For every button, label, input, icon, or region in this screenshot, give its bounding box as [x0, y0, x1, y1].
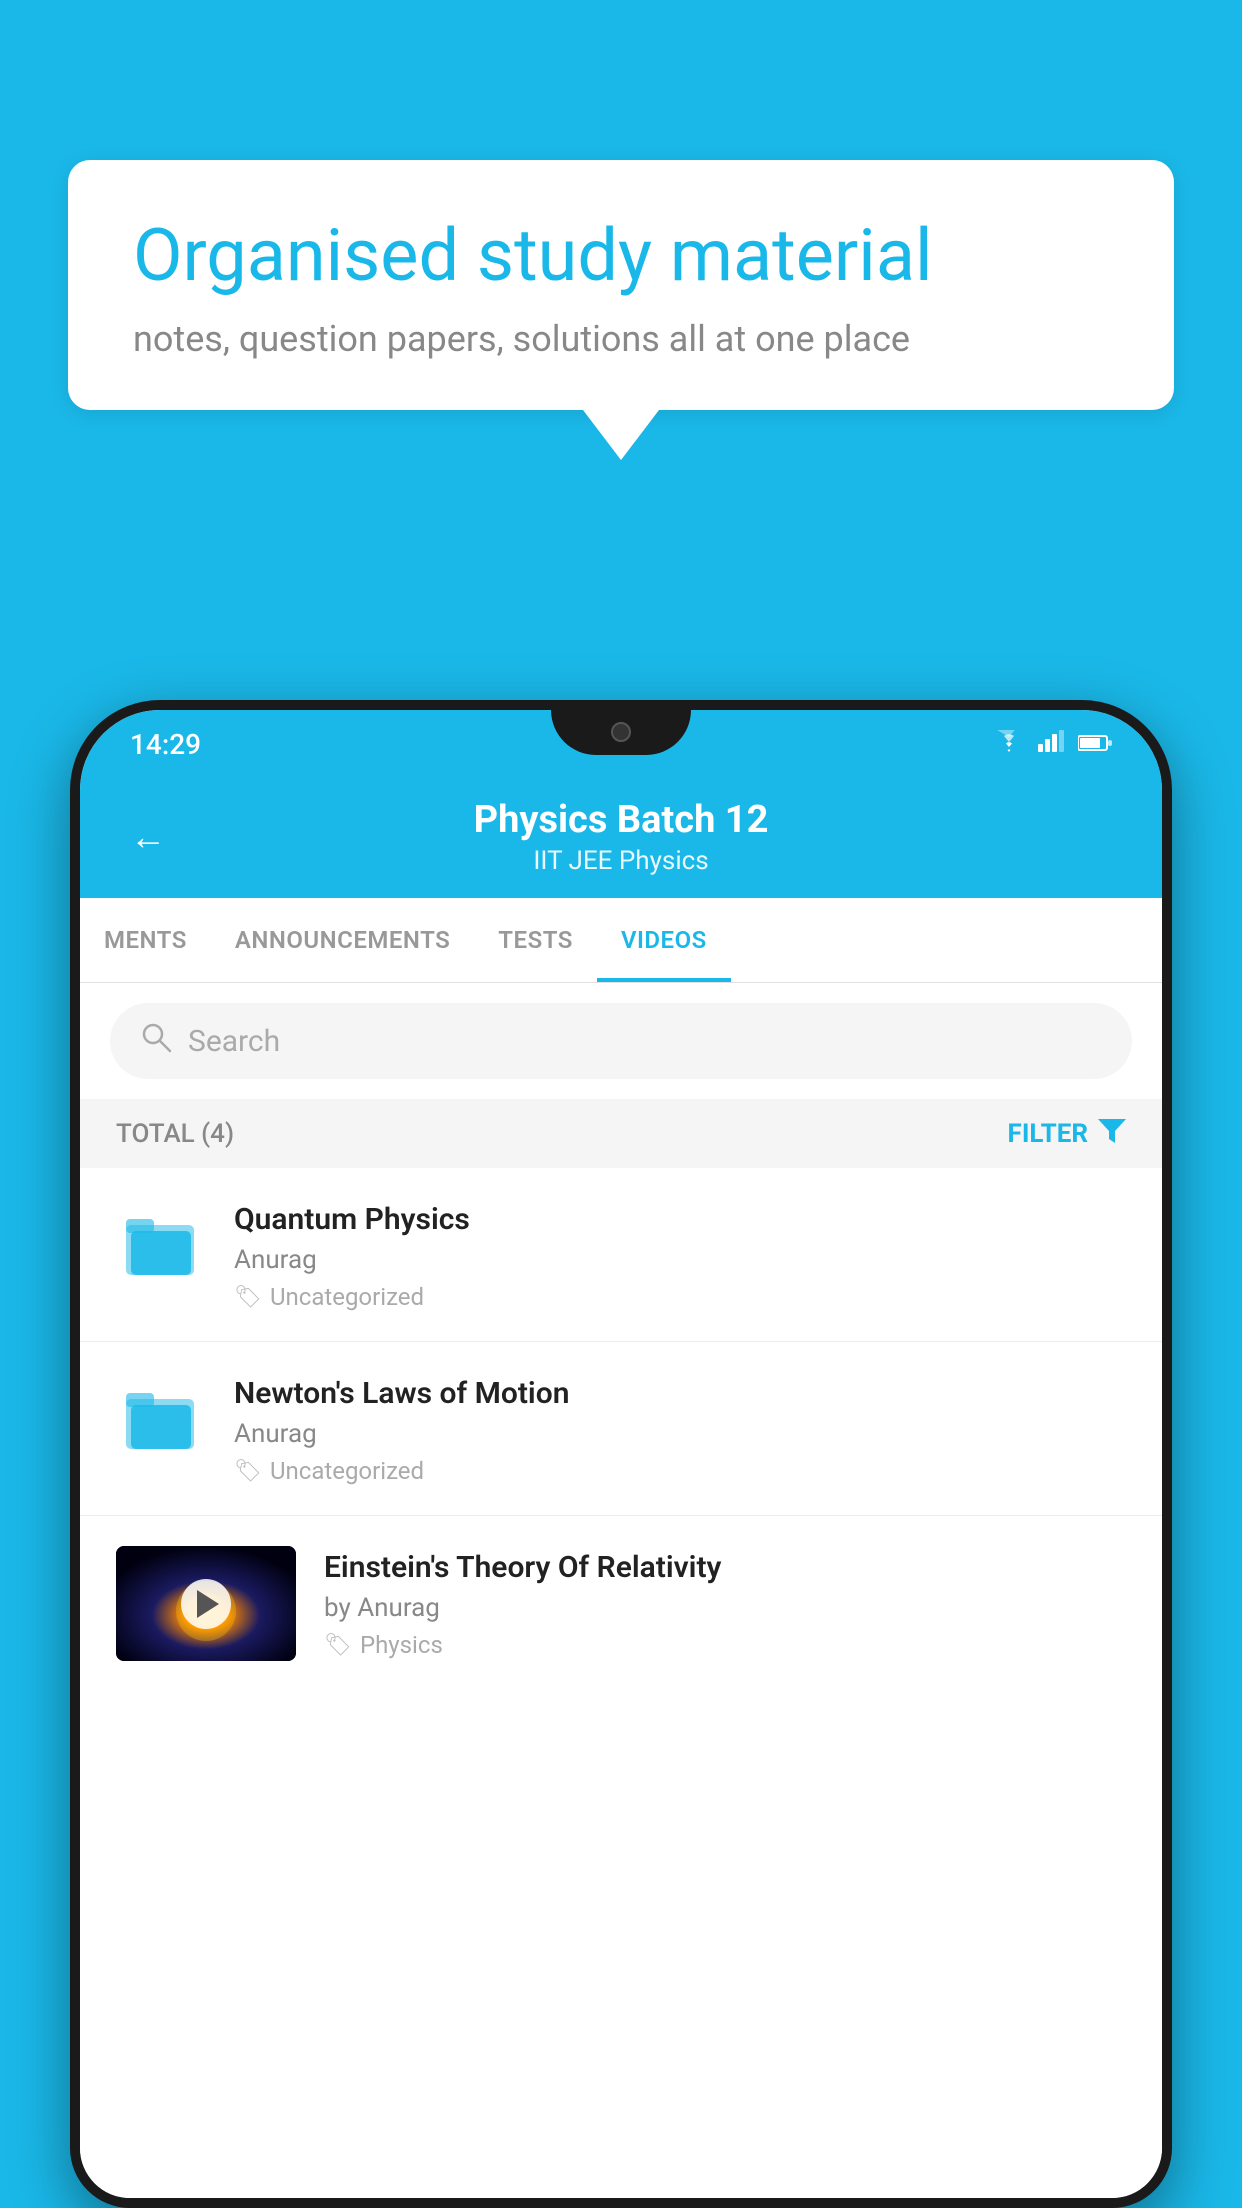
- page-title: Physics Batch 12: [196, 798, 1046, 842]
- video-info: Newton's Laws of Motion Anurag 🏷 Uncateg…: [234, 1372, 1126, 1485]
- video-list: Quantum Physics Anurag 🏷 Uncategorized: [80, 1168, 1162, 2198]
- wifi-icon: [994, 729, 1024, 759]
- tag-icon: 🏷: [234, 1459, 262, 1484]
- phone-frame: 14:29: [70, 700, 1172, 2208]
- signal-icon: [1038, 729, 1064, 759]
- list-item[interactable]: Newton's Laws of Motion Anurag 🏷 Uncateg…: [80, 1342, 1162, 1516]
- speech-bubble-tail: [583, 410, 659, 460]
- speech-bubble: Organised study material notes, question…: [68, 160, 1174, 410]
- tag-icon: 🏷: [234, 1285, 262, 1310]
- video-tag: 🏷 Physics: [324, 1631, 1126, 1659]
- video-info: Quantum Physics Anurag 🏷 Uncategorized: [234, 1198, 1126, 1311]
- header-subtitle: IIT JEE Physics: [196, 846, 1046, 876]
- tab-announcements[interactable]: ANNOUNCEMENTS: [211, 898, 474, 982]
- list-item[interactable]: Einstein's Theory Of Relativity by Anura…: [80, 1516, 1162, 1691]
- total-count: TOTAL (4): [116, 1119, 234, 1149]
- video-tag: 🏷 Uncategorized: [234, 1457, 1126, 1485]
- tag-icon: 🏷: [324, 1633, 352, 1658]
- video-author: Anurag: [234, 1245, 1126, 1275]
- video-info: Einstein's Theory Of Relativity by Anura…: [324, 1546, 1126, 1659]
- video-author: by Anurag: [324, 1593, 1126, 1623]
- play-triangle-icon: [197, 1590, 219, 1618]
- video-author: Anurag: [234, 1419, 1126, 1449]
- video-title: Einstein's Theory Of Relativity: [324, 1550, 1126, 1585]
- app-header: ← Physics Batch 12 IIT JEE Physics: [80, 778, 1162, 898]
- video-title: Quantum Physics: [234, 1202, 1126, 1237]
- folder-icon-area: [116, 1372, 206, 1462]
- tab-videos[interactable]: VIDEOS: [597, 898, 731, 982]
- video-title: Newton's Laws of Motion: [234, 1376, 1126, 1411]
- back-button[interactable]: ←: [130, 816, 166, 858]
- play-button[interactable]: [181, 1579, 231, 1629]
- folder-icon-area: [116, 1198, 206, 1288]
- status-time: 14:29: [130, 728, 201, 761]
- filter-label: FILTER: [1008, 1119, 1088, 1149]
- bubble-subtitle: notes, question papers, solutions all at…: [133, 318, 1109, 360]
- status-icons: [994, 729, 1112, 759]
- filter-button[interactable]: FILTER: [1008, 1117, 1126, 1150]
- search-container: Search: [80, 983, 1162, 1099]
- front-camera: [611, 722, 631, 742]
- phone-inner: 14:29: [80, 710, 1162, 2198]
- speech-bubble-section: Organised study material notes, question…: [68, 160, 1174, 460]
- video-thumbnail: [116, 1546, 296, 1661]
- battery-icon: [1078, 729, 1112, 759]
- phone-screen: 14:29: [80, 710, 1162, 2198]
- list-item[interactable]: Quantum Physics Anurag 🏷 Uncategorized: [80, 1168, 1162, 1342]
- header-center: Physics Batch 12 IIT JEE Physics: [196, 798, 1046, 876]
- bubble-title: Organised study material: [133, 215, 1109, 298]
- video-tag: 🏷 Uncategorized: [234, 1283, 1126, 1311]
- search-box[interactable]: Search: [110, 1003, 1132, 1079]
- search-placeholder: Search: [188, 1024, 280, 1059]
- tab-tests[interactable]: TESTS: [474, 898, 597, 982]
- filter-icon: [1098, 1117, 1126, 1150]
- tabs-bar: MENTS ANNOUNCEMENTS TESTS VIDEOS: [80, 898, 1162, 983]
- tab-ments[interactable]: MENTS: [80, 898, 211, 982]
- filter-bar: TOTAL (4) FILTER: [80, 1099, 1162, 1168]
- search-icon: [140, 1021, 172, 1061]
